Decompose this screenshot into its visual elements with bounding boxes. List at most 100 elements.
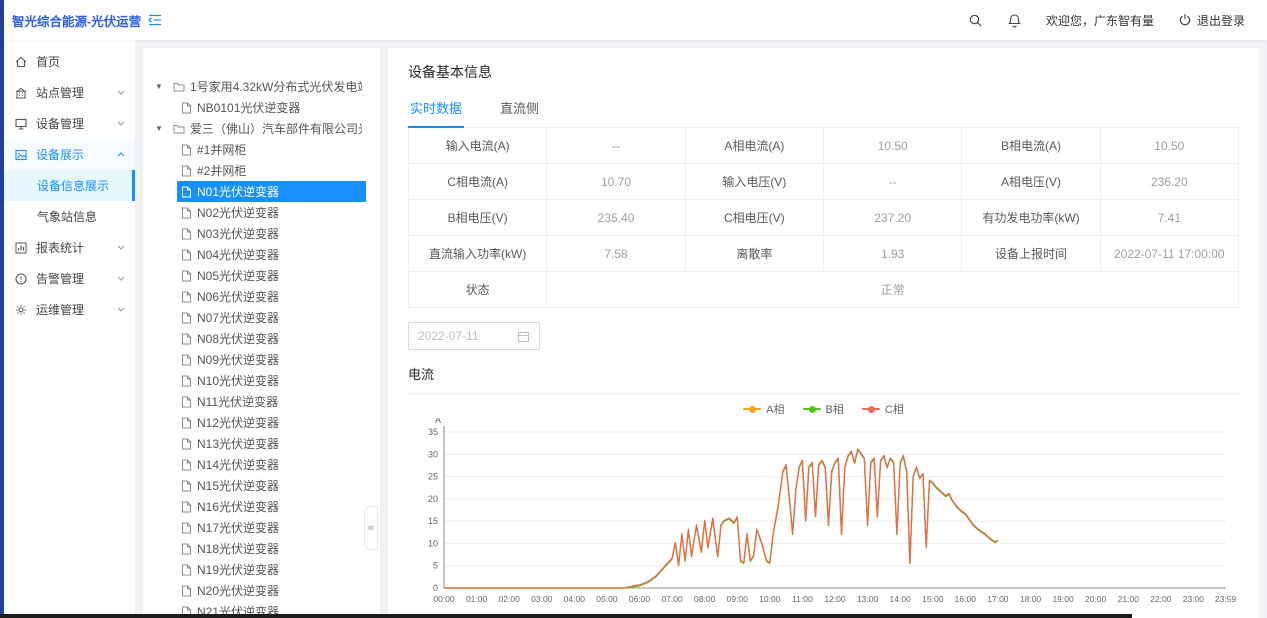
tree-item[interactable]: N14光伏逆变器 [143,454,380,475]
monitor-icon [14,117,28,131]
tree-item-label: 1号家用4.32kW分布式光伏发电站 [190,78,362,95]
info-value: 10.70 [547,164,685,200]
tree-item[interactable]: N07光伏逆变器 [143,307,380,328]
tree-item-label: N02光伏逆变器 [197,204,279,221]
legend-marker [743,408,761,410]
tree-item[interactable]: N18光伏逆变器 [143,538,380,559]
tree-item[interactable]: #2并网柜 [143,160,380,181]
menu-fold-icon[interactable] [147,13,163,27]
tree-item[interactable]: N06光伏逆变器 [143,286,380,307]
info-label: B相电压(V) [409,200,547,236]
folder-icon [173,81,185,93]
tree-item-label: N13光伏逆变器 [197,435,279,452]
sidebar-item-report-statistics[interactable]: 报表统计 [0,232,135,263]
bar-chart-icon [14,241,28,255]
tree-item-label: #2并网柜 [197,162,246,179]
tree-item[interactable]: N16光伏逆变器 [143,496,380,517]
tree-item[interactable]: NB0101光伏逆变器 [143,97,380,118]
info-value: -- [547,128,685,164]
caret-down-icon[interactable]: ▼ [155,118,164,139]
tab-realtime-data[interactable]: 实时数据 [408,90,464,128]
svg-text:21:00: 21:00 [1118,594,1140,604]
window-bottom-edge [0,614,1132,618]
svg-text:A: A [435,418,441,425]
tree-item[interactable]: N19光伏逆变器 [143,559,380,580]
svg-text:25: 25 [428,472,438,482]
building-icon [14,86,28,100]
tree-item-label: N14光伏逆变器 [197,456,279,473]
sidebar-item-device-display[interactable]: 设备展示 [0,139,135,170]
tab-dc-side[interactable]: 直流侧 [498,90,541,127]
file-icon [181,333,192,345]
tree-item-label: 爱三（佛山）汽车部件有限公司光伏发 [190,120,362,137]
svg-text:09:00: 09:00 [727,594,749,604]
file-icon [181,207,192,219]
legend-item[interactable]: A相 [743,402,784,416]
sidebar-item-label: 告警管理 [36,270,84,287]
tree-item-label: N11光伏逆变器 [197,393,278,410]
tree-item[interactable]: #1并网柜 [143,139,380,160]
home-icon [14,55,28,69]
file-icon [181,459,192,471]
tree-item-label: N20光伏逆变器 [197,582,279,599]
tree-item[interactable]: N03光伏逆变器 [143,223,380,244]
status-label: 状态 [409,272,547,308]
tree-item-label: N06光伏逆变器 [197,288,279,305]
sidebar-item-weather-station-info[interactable]: 气象站信息 [0,201,135,232]
tree-item[interactable]: N09光伏逆变器 [143,349,380,370]
legend-marker [803,408,821,410]
sidebar-item-home[interactable]: 首页 [0,46,135,77]
svg-text:00:00: 00:00 [433,594,455,604]
tree-item[interactable]: N15光伏逆变器 [143,475,380,496]
welcome-text: 欢迎您，广东智有量 [1046,12,1154,29]
tree-item-label: N17光伏逆变器 [197,519,279,536]
tree-item[interactable]: N17光伏逆变器 [143,517,380,538]
sidebar-item-device-management[interactable]: 设备管理 [0,108,135,139]
file-icon [181,501,192,513]
tree-item[interactable]: N20光伏逆变器 [143,580,380,601]
collapse-tree-button[interactable]: « [364,506,378,550]
tree-item[interactable]: N11光伏逆变器 [143,391,380,412]
tree-item[interactable]: N01光伏逆变器 [143,181,380,202]
svg-text:30: 30 [428,449,438,459]
info-value: 7.58 [547,236,685,272]
sidebar-item-alarm-management[interactable]: 告警管理 [0,263,135,294]
info-label: 输入电流(A) [409,128,547,164]
sidebar: 首页 站点管理 设备管理 设备展示 设备信息展示 气象站信息 报表统计 告警管理… [0,40,135,618]
date-picker[interactable]: 2022-07-11 [408,322,540,350]
tree-item[interactable]: N08光伏逆变器 [143,328,380,349]
device-info-table: 输入电流(A) -- A相电流(A) 10.50 B相电流(A) 10.50 C… [408,128,1239,308]
chart-title: 电流 [408,364,1239,394]
svg-text:04:00: 04:00 [564,594,586,604]
info-value: 7.41 [1101,200,1239,236]
legend-item[interactable]: B相 [803,402,844,416]
sidebar-item-site-management[interactable]: 站点管理 [0,77,135,108]
tree-item-label: NB0101光伏逆变器 [197,99,300,116]
search-icon[interactable] [968,13,983,28]
tree-item[interactable]: ▼ 爱三（佛山）汽车部件有限公司光伏发 [143,118,380,139]
legend-item[interactable]: C相 [862,402,904,416]
sidebar-item-device-info-display[interactable]: 设备信息展示 [0,170,135,201]
logout-button[interactable]: 退出登录 [1178,12,1245,29]
tree-item-label: N04光伏逆变器 [197,246,279,263]
info-label: A相电压(V) [962,164,1100,200]
tree-item-label: N18光伏逆变器 [197,540,279,557]
alert-circle-icon [14,272,28,286]
logout-label: 退出登录 [1197,12,1245,29]
tree-item[interactable]: N05光伏逆变器 [143,265,380,286]
svg-text:16:00: 16:00 [955,594,977,604]
sidebar-item-operations-management[interactable]: 运维管理 [0,294,135,325]
caret-down-icon[interactable]: ▼ [155,76,164,97]
info-value: 236.20 [1101,164,1239,200]
tree-item[interactable]: N12光伏逆变器 [143,412,380,433]
sidebar-item-label: 气象站信息 [37,208,97,225]
svg-text:13:00: 13:00 [857,594,879,604]
tree-item[interactable]: N02光伏逆变器 [143,202,380,223]
info-label: 设备上报时间 [962,236,1100,272]
tree-item[interactable]: N10光伏逆变器 [143,370,380,391]
file-icon [181,270,192,282]
tree-item[interactable]: N13光伏逆变器 [143,433,380,454]
tree-item[interactable]: N04光伏逆变器 [143,244,380,265]
notification-bell-icon[interactable] [1007,13,1022,28]
tree-item[interactable]: ▼ 1号家用4.32kW分布式光伏发电站 [143,76,380,97]
